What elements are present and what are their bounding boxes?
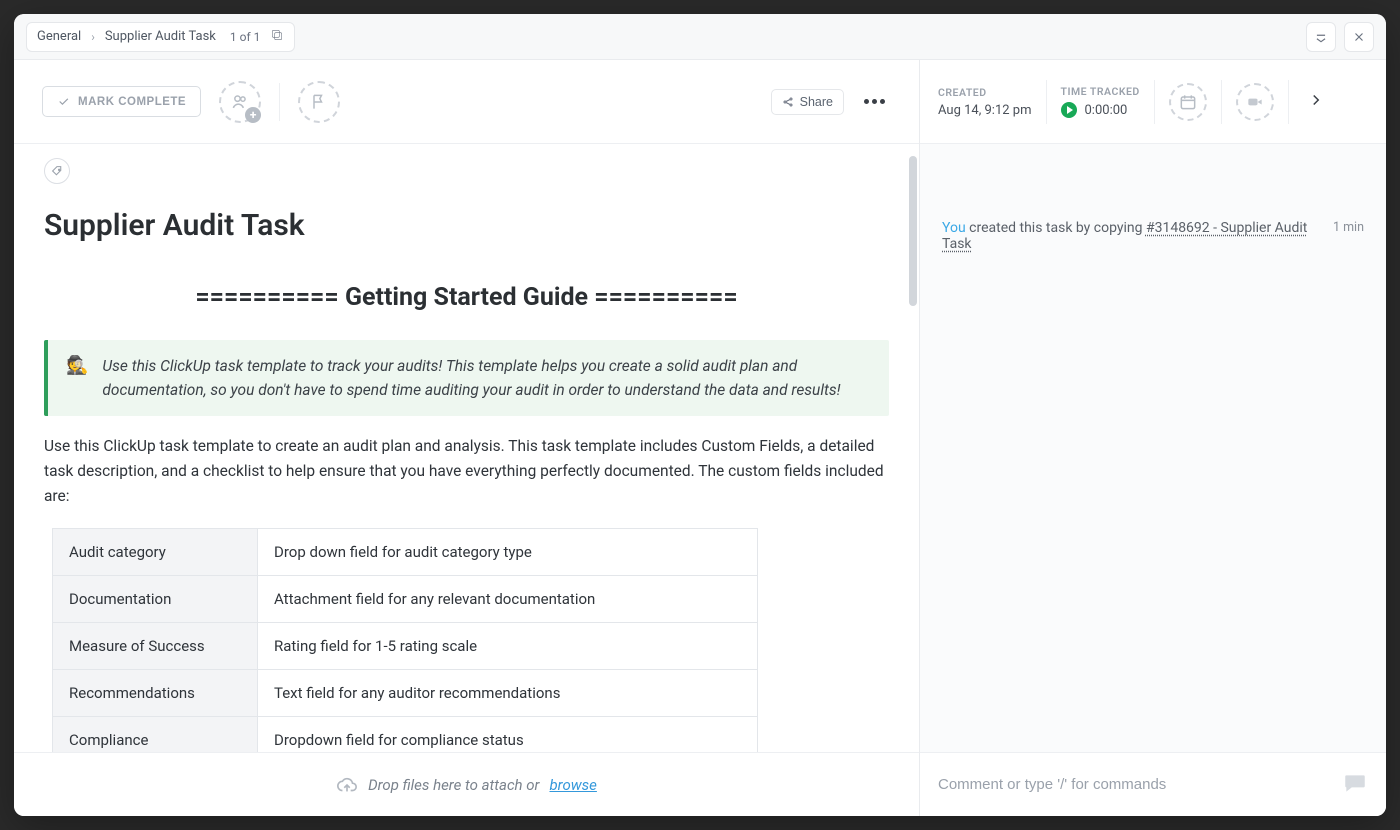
- created-value: Aug 14, 9:12 pm: [938, 103, 1032, 118]
- task-content-scroll[interactable]: Supplier Audit Task ========== Getting S…: [14, 144, 919, 752]
- callout-block: 🕵️ Use this ClickUp task template to tra…: [44, 340, 889, 416]
- mark-complete-button[interactable]: MARK COMPLETE: [42, 86, 201, 117]
- chevron-right-icon: ›: [91, 30, 95, 44]
- divider: [1288, 80, 1289, 124]
- time-tracked-value: 0:00:00: [1085, 103, 1128, 118]
- callout-text: Use this ClickUp task template to track …: [102, 354, 871, 402]
- field-desc-cell: Text field for any auditor recommendatio…: [258, 670, 758, 717]
- mark-complete-label: MARK COMPLETE: [78, 96, 186, 108]
- share-label: Share: [800, 95, 833, 109]
- table-row: RecommendationsText field for any audito…: [53, 670, 758, 717]
- record-clip-button[interactable]: [1236, 83, 1274, 121]
- more-menu-button[interactable]: [858, 93, 891, 110]
- assignee-add-button[interactable]: +: [219, 81, 261, 123]
- activity-entry: 1 min You created this task by copying #…: [942, 220, 1364, 252]
- comment-icon: [1342, 770, 1368, 800]
- task-meta-bar: CREATED Aug 14, 9:12 pm TIME TRACKED 0:0…: [920, 60, 1386, 144]
- custom-fields-table: Audit categoryDrop down field for audit …: [52, 528, 758, 752]
- attachment-dropzone[interactable]: Drop files here to attach or browse: [14, 752, 919, 816]
- start-timer-button[interactable]: [1061, 102, 1077, 118]
- field-desc-cell: Dropdown field for compliance status: [258, 717, 758, 752]
- priority-button[interactable]: [298, 81, 340, 123]
- plus-icon: +: [245, 107, 261, 123]
- detective-icon: 🕵️: [66, 354, 88, 402]
- task-title[interactable]: Supplier Audit Task: [44, 208, 889, 243]
- expand-panel-button[interactable]: [1303, 87, 1329, 117]
- dropzone-text: Drop files here to attach or: [368, 776, 539, 794]
- scrollbar-thumb[interactable]: [909, 156, 917, 306]
- activity-time: 1 min: [1333, 220, 1364, 235]
- divider: [1046, 80, 1047, 124]
- field-desc-cell: Rating field for 1-5 rating scale: [258, 623, 758, 670]
- time-tracked-label: TIME TRACKED: [1061, 85, 1140, 98]
- share-button[interactable]: Share: [771, 89, 844, 115]
- due-date-button[interactable]: [1169, 83, 1207, 121]
- activity-actor[interactable]: You: [942, 220, 966, 236]
- field-name-cell: Compliance: [53, 717, 258, 752]
- comment-input[interactable]: [938, 776, 1332, 793]
- task-modal: General › Supplier Audit Task 1 of 1 MAR…: [14, 14, 1386, 816]
- field-name-cell: Audit category: [53, 529, 258, 576]
- guide-heading: ========== Getting Started Guide =======…: [44, 283, 889, 312]
- field-desc-cell: Drop down field for audit category type: [258, 529, 758, 576]
- activity-feed: 1 min You created this task by copying #…: [920, 144, 1386, 752]
- field-name-cell: Recommendations: [53, 670, 258, 717]
- task-action-bar: MARK COMPLETE + Share: [14, 60, 919, 144]
- field-name-cell: Documentation: [53, 576, 258, 623]
- breadcrumb-task[interactable]: Supplier Audit Task: [105, 29, 216, 44]
- breadcrumb-count: 1 of 1: [230, 30, 260, 44]
- breadcrumb-bar: General › Supplier Audit Task 1 of 1: [14, 14, 1386, 60]
- created-meta: CREATED Aug 14, 9:12 pm: [938, 86, 1032, 118]
- comment-bar: [920, 752, 1386, 816]
- divider: [279, 83, 280, 121]
- activity-action: created this task by copying: [966, 220, 1146, 236]
- table-row: DocumentationAttachment field for any re…: [53, 576, 758, 623]
- minimize-button[interactable]: [1306, 22, 1336, 52]
- close-button[interactable]: [1344, 22, 1374, 52]
- description-paragraph: Use this ClickUp task template to create…: [44, 434, 889, 508]
- copy-link-icon[interactable]: [270, 27, 284, 46]
- table-row: ComplianceDropdown field for compliance …: [53, 717, 758, 752]
- breadcrumb: General › Supplier Audit Task 1 of 1: [26, 22, 295, 52]
- browse-link[interactable]: browse: [549, 776, 596, 794]
- cloud-upload-icon: [336, 774, 358, 796]
- add-tag-button[interactable]: [44, 158, 70, 184]
- field-name-cell: Measure of Success: [53, 623, 258, 670]
- table-row: Audit categoryDrop down field for audit …: [53, 529, 758, 576]
- created-label: CREATED: [938, 86, 1032, 99]
- divider: [1221, 80, 1222, 124]
- field-desc-cell: Attachment field for any relevant docume…: [258, 576, 758, 623]
- divider: [1154, 80, 1155, 124]
- breadcrumb-root[interactable]: General: [37, 29, 81, 44]
- time-tracked-meta: TIME TRACKED 0:00:00: [1061, 85, 1140, 118]
- table-row: Measure of SuccessRating field for 1-5 r…: [53, 623, 758, 670]
